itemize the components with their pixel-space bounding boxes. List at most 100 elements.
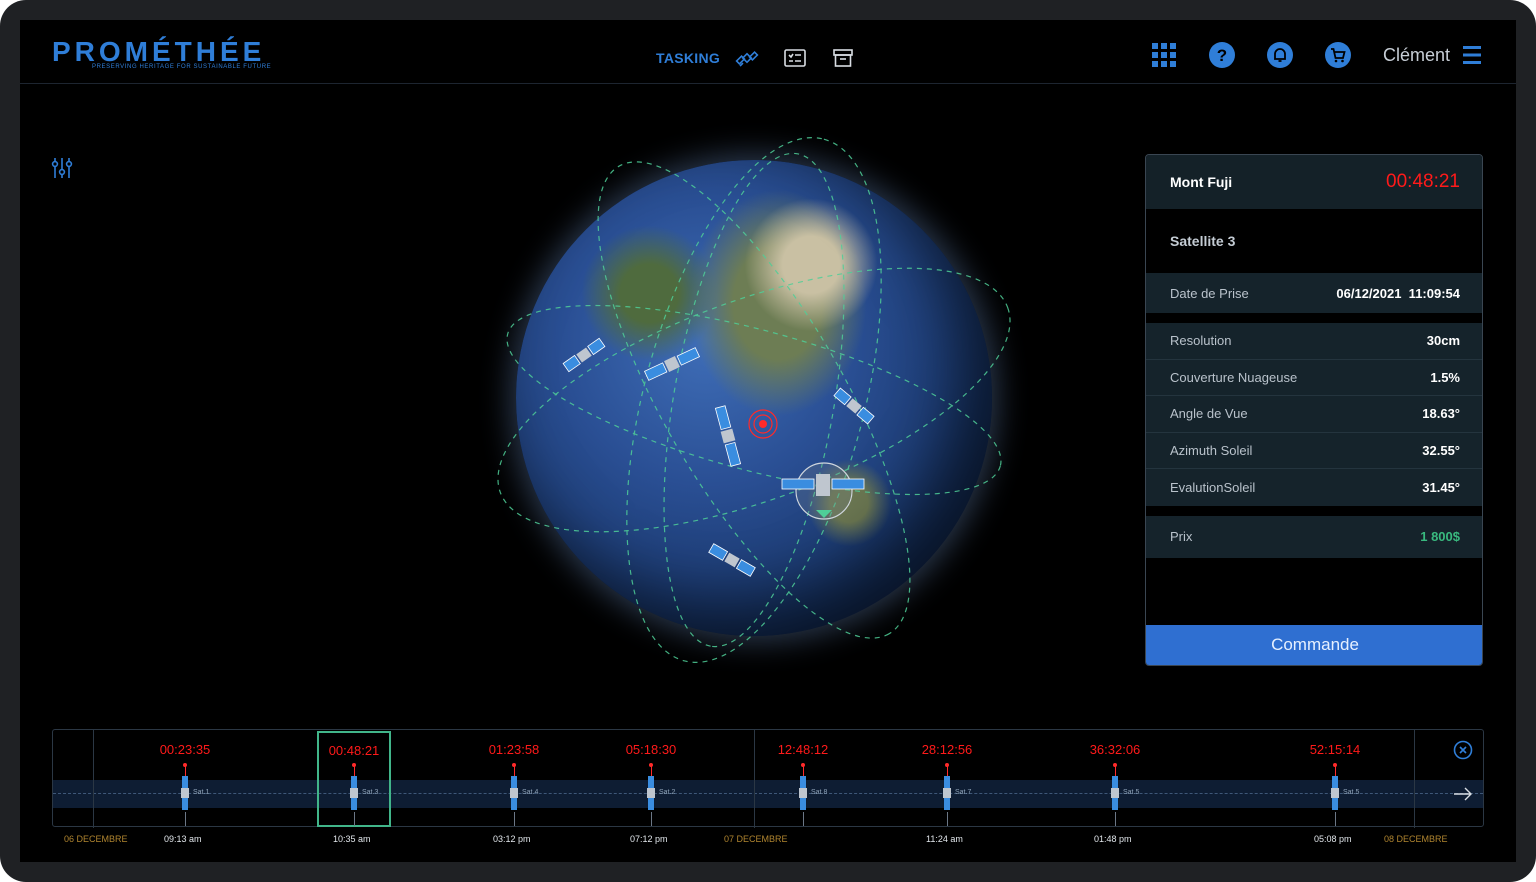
pass-satellite-label: Sat.5 — [1123, 789, 1140, 796]
pass-countdown: 12:48:12 — [777, 742, 829, 757]
satellite-name: Satellite 3 — [1170, 233, 1236, 249]
pass-satellite-label: Sat.7 — [955, 789, 972, 796]
pass-countdown: 00:23:35 — [159, 742, 211, 757]
satellite-marker-icon — [799, 776, 807, 810]
pass-tick — [802, 812, 804, 826]
pass-time-label: 09:13 am — [164, 834, 202, 844]
satellite-marker-icon — [350, 776, 358, 810]
target-name: Mont Fuji — [1170, 174, 1233, 190]
capture-date-value: 06/12/2021 11:09:54 — [1336, 285, 1460, 301]
spec-value: 1.5% — [1430, 369, 1460, 385]
spec-row-resolution: Resolution 30cm — [1146, 323, 1482, 360]
filter-settings-icon[interactable] — [50, 156, 74, 180]
globe-view[interactable] — [480, 120, 1040, 680]
day-divider — [93, 730, 94, 828]
satellite-marker-icon — [181, 776, 189, 810]
archive-icon[interactable] — [830, 45, 856, 71]
spec-label: Resolution — [1170, 333, 1232, 349]
orbit-overlay — [497, 137, 1011, 663]
svg-text:?: ? — [1217, 46, 1227, 65]
satellite-marker-icon — [647, 776, 655, 810]
timeline-pass[interactable]: 05:18:30 Sat.2 — [611, 730, 691, 828]
capture-date-row: Date de Prise 06/12/2021 11:09:54 — [1146, 273, 1482, 313]
pass-satellite-label: Sat.3 — [362, 789, 379, 796]
pass-pin-line — [1334, 766, 1336, 776]
spec-value: 18.63° — [1422, 406, 1460, 422]
timeline-pass[interactable]: 01:23:58 Sat.4 — [474, 730, 554, 828]
app-screen: PROMÉTHÉE PRESERVING HERITAGE FOR SUSTAI… — [20, 20, 1516, 862]
pass-timeline[interactable]: 00:23:35 Sat.1 00:48:21 Sat.3 01:23:58 Sat.4 0… — [52, 729, 1484, 828]
pass-countdown: 00:48:21 — [328, 743, 380, 758]
pass-time-label: 11:24 am — [926, 834, 963, 844]
pass-pin-line — [650, 766, 652, 776]
pass-satellite-label: Sat.4 — [522, 789, 539, 796]
satellite-marker-icon — [562, 337, 606, 373]
spec-value: 31.45° — [1422, 480, 1460, 496]
pass-satellite-label: Sat.1 — [193, 789, 210, 796]
day-label: 06 DECEMBRE — [64, 834, 128, 844]
top-bar: PROMÉTHÉE PRESERVING HERITAGE FOR SUSTAI… — [20, 20, 1516, 84]
pass-satellite-label: Sat.2 — [659, 789, 676, 796]
pass-countdown: 52:15:14 — [1309, 742, 1361, 757]
satellite-marker-icon — [1111, 776, 1119, 810]
spec-row-sun-azimuth: Azimuth Soleil 32.55° — [1146, 432, 1482, 470]
day-label: 08 DECEMBRE — [1384, 834, 1448, 844]
pass-pin-line — [1114, 766, 1116, 776]
pass-pin-line — [513, 766, 515, 776]
checklist-icon[interactable] — [782, 45, 808, 71]
close-timeline-icon[interactable] — [1453, 740, 1473, 760]
timeline-pass[interactable]: 36:32:06 Sat.5 — [1075, 730, 1155, 828]
menu-icon[interactable] — [1462, 44, 1482, 66]
cart-icon[interactable] — [1323, 40, 1353, 70]
pass-countdown: 36:32:06 — [1089, 742, 1141, 757]
target-info-panel: Mont Fuji 00:48:21 Satellite 3 Date de P… — [1145, 154, 1483, 666]
pass-countdown: 28:12:56 — [921, 742, 973, 757]
satellite-icon[interactable] — [734, 45, 760, 71]
timeline-pass[interactable]: 52:15:14 Sat.5 — [1295, 730, 1375, 828]
day-divider — [754, 730, 755, 828]
pass-pin-line — [946, 766, 948, 776]
day-label: 07 DECEMBRE — [724, 834, 788, 844]
spec-label: Couverture Nuageuse — [1170, 369, 1298, 385]
main-nav: TASKING — [656, 44, 856, 72]
order-button[interactable]: Commande — [1146, 625, 1482, 665]
pass-tick — [1114, 812, 1116, 826]
satellite-marker-icon — [643, 347, 701, 381]
spec-row-sun-elevation: EvalutionSoleil 31.45° — [1146, 469, 1482, 506]
user-nav: ? Clément — [1149, 38, 1482, 72]
countdown-timer: 00:48:21 — [1386, 171, 1460, 192]
arrow-right-icon[interactable] — [1453, 787, 1473, 801]
spec-label: Azimuth Soleil — [1170, 443, 1253, 459]
satellite-marker-icon — [1331, 776, 1339, 810]
brand-logo[interactable]: PROMÉTHÉE PRESERVING HERITAGE FOR SUSTAI… — [52, 36, 271, 76]
spec-list: Resolution 30cm Couverture Nuageuse 1.5%… — [1146, 323, 1482, 506]
pass-tick — [513, 812, 515, 826]
timeline-pass[interactable]: 00:48:21 Sat.3 — [314, 730, 394, 828]
bell-icon[interactable] — [1265, 40, 1295, 70]
spec-value: 32.55° — [1422, 443, 1460, 459]
apps-grid-icon[interactable] — [1149, 40, 1179, 70]
selected-satellite-icon — [781, 462, 865, 520]
pass-tick — [946, 812, 948, 826]
pass-time-label: 01:48 pm — [1094, 834, 1132, 844]
pass-countdown: 05:18:30 — [625, 742, 677, 757]
timeline-pass[interactable]: 12:48:12 Sat.8 — [763, 730, 843, 828]
pass-time-label: 07:12 pm — [630, 834, 668, 844]
price-row: Prix 1 800$ — [1146, 515, 1482, 558]
pass-satellite-label: Sat.5 — [1343, 789, 1360, 796]
satellite-marker-icon — [943, 776, 951, 810]
pass-time-label: 05:08 pm — [1314, 834, 1352, 844]
timeline-pass[interactable]: 28:12:56 Sat.7 — [907, 730, 987, 828]
price-label: Prix — [1170, 529, 1193, 545]
help-icon[interactable]: ? — [1207, 40, 1237, 70]
timeline-pass[interactable]: 00:23:35 Sat.1 — [145, 730, 225, 828]
satellite-marker-icon — [714, 405, 742, 467]
pass-time-label: 10:35 am — [333, 834, 371, 844]
pass-countdown: 01:23:58 — [488, 742, 540, 757]
user-name[interactable]: Clément — [1383, 45, 1450, 66]
satellite-marker-icon — [833, 387, 875, 425]
nav-tasking-label[interactable]: TASKING — [656, 50, 720, 66]
target-marker-icon — [748, 409, 778, 439]
pass-tick — [353, 812, 355, 826]
day-divider — [1414, 730, 1415, 828]
